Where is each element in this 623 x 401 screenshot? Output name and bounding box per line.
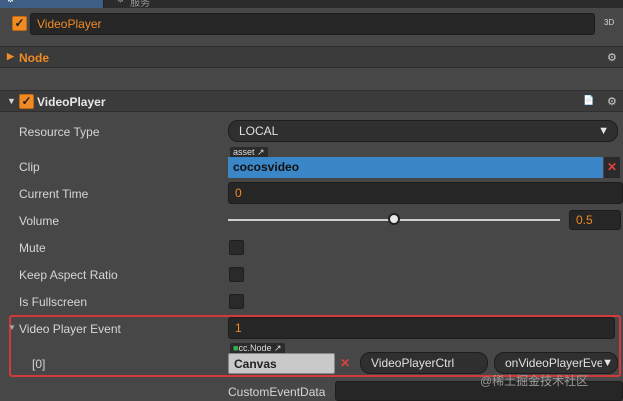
- tab-inspector[interactable]: ⚙: [0, 0, 104, 8]
- is-fullscreen-label: Is Fullscreen: [19, 295, 88, 309]
- node-settings-gear-icon[interactable]: ⚙: [607, 51, 617, 64]
- event-handler-value: onVideoPlayerEver: [505, 356, 608, 370]
- component-settings-gear-icon[interactable]: ⚙: [607, 95, 617, 108]
- volume-input[interactable]: 0.5: [569, 210, 621, 230]
- mute-label: Mute: [19, 241, 46, 255]
- resource-type-value: LOCAL: [239, 124, 279, 138]
- custom-event-data-label: CustomEventData: [228, 385, 326, 399]
- inspector-icon: ⚙: [6, 0, 15, 5]
- clip-asset-field[interactable]: cocosvideo: [228, 157, 603, 178]
- chevron-down-icon: ▼: [598, 125, 609, 137]
- watermark-text: @稀土掘金技术社区: [480, 374, 589, 388]
- expand-icon: ▶: [7, 51, 14, 61]
- keep-aspect-ratio-checkbox[interactable]: [229, 267, 244, 282]
- tab-services[interactable]: ⚙ 服务: [106, 0, 176, 9]
- mute-checkbox[interactable]: [229, 240, 244, 255]
- node-tag-text: cc.Node: [238, 343, 272, 353]
- asset-tag-text: asset: [233, 147, 255, 157]
- videoplayer-component-header[interactable]: ▼ ✓ VideoPlayer 📄 ⚙: [0, 90, 623, 112]
- asset-type-tag[interactable]: asset ↗: [230, 147, 268, 157]
- keep-aspect-ratio-label: Keep Aspect Ratio: [19, 268, 118, 282]
- open-link-icon: ↗: [273, 343, 282, 353]
- clip-clear-button[interactable]: ✕: [604, 157, 620, 178]
- event-component-select[interactable]: VideoPlayerCtrl: [360, 352, 488, 374]
- tab-services-label: 服务: [130, 0, 150, 9]
- services-icon: ⚙: [116, 0, 125, 5]
- event-target-clear-button[interactable]: ✕: [337, 353, 353, 374]
- volume-label: Volume: [19, 214, 60, 228]
- current-time-label: Current Time: [19, 187, 89, 201]
- open-link-icon: ↗: [257, 147, 265, 157]
- event-count-input[interactable]: 1: [228, 317, 615, 339]
- video-player-event-label: Video Player Event: [19, 322, 121, 336]
- event-collapse-icon[interactable]: ▼: [8, 323, 16, 332]
- collapse-icon: ▼: [7, 96, 16, 106]
- help-book-icon[interactable]: 📄: [583, 95, 594, 106]
- clip-label: Clip: [19, 160, 40, 174]
- resource-type-select[interactable]: LOCAL ▼: [228, 120, 618, 142]
- event-handler-select[interactable]: onVideoPlayerEver ▼: [494, 352, 618, 374]
- node-active-checkbox[interactable]: ✓: [12, 16, 27, 31]
- resource-type-label: Resource Type: [19, 125, 100, 139]
- volume-slider-handle[interactable]: [388, 213, 400, 225]
- node-name-input[interactable]: VideoPlayer: [30, 13, 595, 35]
- event-index-label: [0]: [32, 357, 46, 371]
- chevron-down-icon: ▼: [602, 353, 613, 373]
- current-time-input[interactable]: 0: [228, 182, 623, 204]
- is-fullscreen-checkbox[interactable]: [229, 294, 244, 309]
- 3d-badge[interactable]: 3D: [604, 18, 614, 27]
- component-title: VideoPlayer: [37, 95, 106, 109]
- component-enabled-checkbox[interactable]: ✓: [19, 94, 34, 109]
- node-section-title: Node: [19, 51, 49, 65]
- node-type-tag[interactable]: ■cc.Node ↗: [230, 343, 285, 353]
- node-section-header[interactable]: ▶ Node ⚙: [0, 46, 623, 68]
- event-target-node-field[interactable]: Canvas: [228, 353, 335, 374]
